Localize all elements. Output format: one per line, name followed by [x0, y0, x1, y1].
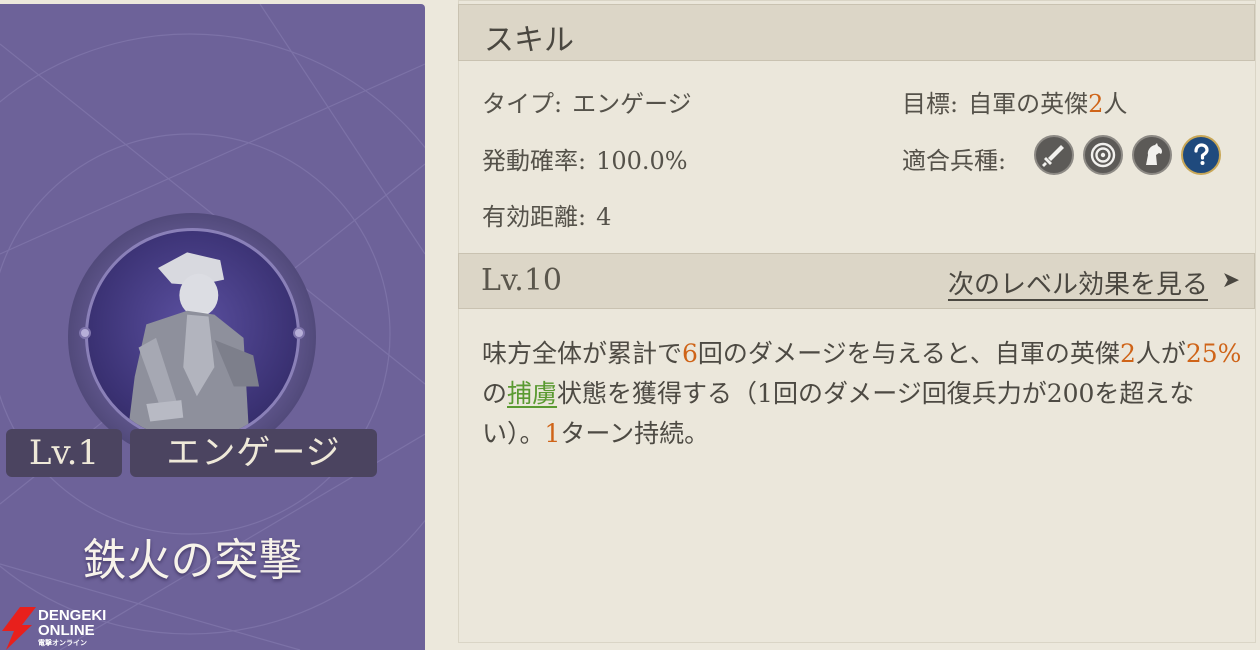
- sword-icon[interactable]: [1034, 135, 1074, 175]
- unit-type-label: 適合兵種:: [902, 147, 1007, 175]
- skill-description: 味方全体が累計で6回のダメージを与えると、自軍の英傑2人が25%の捕虜状態を獲得…: [482, 334, 1242, 454]
- watermark-line3: 電撃オンライン: [38, 640, 87, 647]
- hero-portrait: [85, 228, 300, 443]
- range-stat: 有効距離: 4: [482, 197, 611, 232]
- skill-name: 鉄火の突撃: [82, 535, 303, 586]
- level-section-header: Lv.10 次のレベル効果を見る ➤: [458, 253, 1255, 309]
- desc-number: 1: [544, 419, 561, 448]
- next-level-effect-link[interactable]: 次のレベル効果を見る: [948, 264, 1208, 301]
- desc-text: 人が: [1135, 339, 1186, 368]
- hero-silhouette-icon: [126, 252, 260, 440]
- status-keyword-link[interactable]: 捕虜: [507, 379, 557, 408]
- ring-ornament-right: [293, 327, 305, 339]
- card-level-badge: Lv.1: [6, 429, 122, 477]
- unit-type-icons: [1034, 135, 1221, 175]
- type-stat-value: エンゲージ: [572, 90, 692, 118]
- unit-type-stat: 適合兵種:: [902, 141, 1006, 176]
- desc-text: ターン持続。: [560, 419, 710, 448]
- desc-number: 6: [682, 339, 698, 368]
- arrow-right-icon[interactable]: ➤: [1222, 268, 1240, 293]
- type-stat: タイプ: エンゲージ: [482, 84, 692, 119]
- range-stat-value: 4: [596, 203, 612, 231]
- watermark-logo: DENGEKI ONLINE 電撃オンライン: [2, 607, 132, 650]
- desc-number: 2: [1119, 339, 1136, 368]
- level-title: Lv.10: [481, 263, 563, 298]
- target-stat-label: 目標:: [902, 90, 959, 118]
- watermark-line2: ONLINE: [38, 622, 95, 639]
- horse-icon[interactable]: [1132, 135, 1172, 175]
- desc-text: の: [482, 379, 508, 408]
- rate-stat-label: 発動確率:: [482, 147, 587, 175]
- lightning-icon: [2, 607, 36, 650]
- desc-text: 回のダメージを与えると、自軍の英傑: [697, 339, 1120, 368]
- desc-number: 25%: [1185, 339, 1242, 368]
- type-stat-label: タイプ:: [482, 90, 563, 118]
- rate-stat-value: 100.0%: [596, 147, 688, 175]
- question-icon[interactable]: [1181, 135, 1221, 175]
- section-title: スキル: [484, 23, 574, 58]
- target-stat: 目標: 自軍の英傑2人: [902, 84, 1127, 119]
- skill-card: Lv.1 エンゲージ 鉄火の突撃: [0, 4, 425, 650]
- target-icon[interactable]: [1083, 135, 1123, 175]
- target-stat-count: 2: [1088, 90, 1104, 118]
- target-stat-prefix: 自軍の英傑: [968, 90, 1089, 118]
- card-type-badge: エンゲージ: [130, 429, 377, 477]
- range-stat-label: 有効距離:: [482, 203, 587, 231]
- target-stat-suffix: 人: [1103, 90, 1128, 118]
- skill-section-header: スキル: [458, 4, 1255, 61]
- rate-stat: 発動確率: 100.0%: [482, 141, 688, 176]
- desc-text: 味方全体が累計で: [482, 339, 683, 368]
- ring-ornament-left: [79, 327, 91, 339]
